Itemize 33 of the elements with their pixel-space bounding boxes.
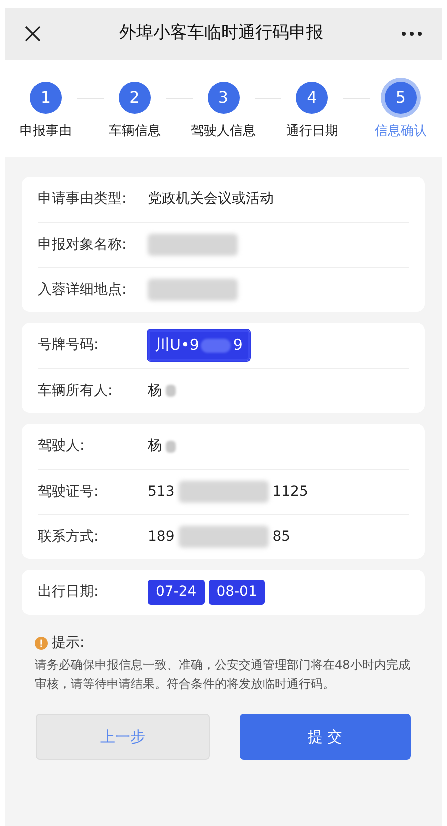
license-plate: 川U•9 9	[148, 330, 250, 361]
field-value: 85	[272, 528, 291, 546]
close-icon[interactable]	[25, 26, 41, 42]
field-label: 申请事由类型:	[38, 190, 128, 209]
step-tab[interactable]: 1 申报事由	[15, 82, 77, 142]
more-icon[interactable]	[402, 32, 422, 36]
warning-icon	[35, 637, 48, 650]
field-value: 杨	[148, 382, 162, 400]
field-value: 189	[148, 528, 175, 546]
submit-button[interactable]: 提 交	[240, 714, 411, 760]
field-label: 车辆所有人:	[38, 382, 114, 400]
field-value: 杨	[148, 437, 162, 456]
notice-text: 请务必确保申报信息一致、准确，公安交通管理部门将在48小时内完成审核，请等待申请结果。符合条件的将发放临时通行码。	[35, 657, 412, 693]
redaction-blur	[166, 440, 176, 452]
notice-title: 提示:	[52, 634, 85, 653]
date-tag: 07-24	[148, 580, 205, 605]
field-label: 入蓉详细地点:	[38, 280, 128, 300]
step-tab[interactable]: 2 车辆信息	[104, 82, 166, 142]
date-tag: 08-01	[208, 580, 266, 605]
window-title: 外埠小客车临时通行码申报	[118, 22, 324, 46]
field-label: 申报对象名称:	[38, 236, 128, 254]
field-label: 联系方式:	[38, 528, 100, 546]
redaction-blur	[166, 385, 176, 397]
field-label: 驾驶人:	[38, 437, 86, 456]
field-value: 513	[148, 482, 175, 502]
field-value: 党政机关会议或活动	[148, 190, 274, 209]
step-tab[interactable]: 4 通行日期	[281, 82, 344, 142]
step-tab[interactable]: 3 驾驶人信息	[192, 82, 254, 142]
field-value: 1125	[272, 482, 308, 502]
field-label: 出行日期:	[38, 583, 100, 602]
field-label: 号牌号码:	[38, 336, 100, 355]
step-tab[interactable]: 5 信息确认	[370, 82, 432, 142]
field-label: 驾驶证号:	[38, 482, 100, 502]
